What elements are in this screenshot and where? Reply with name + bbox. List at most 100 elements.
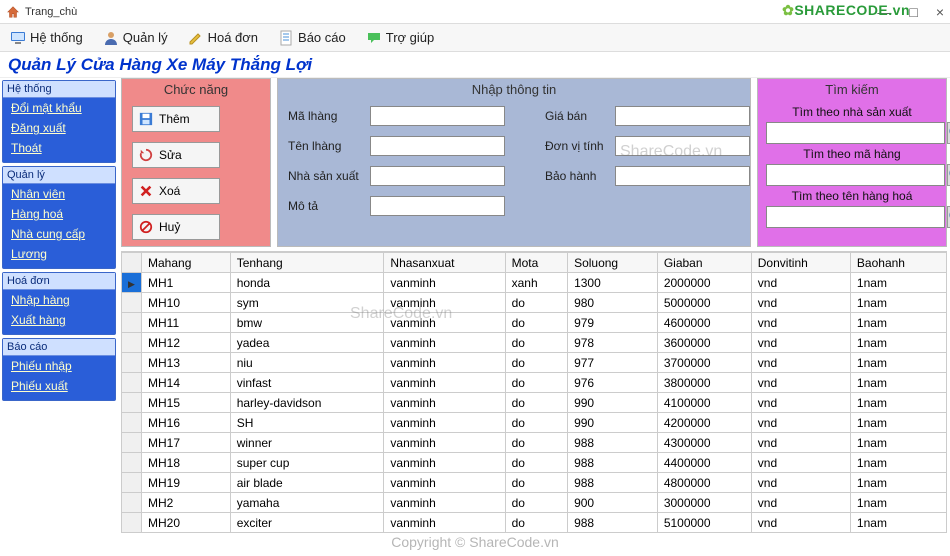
cell[interactable]: 1nam	[850, 453, 946, 473]
side-link[interactable]: Đổi mật khẩu	[3, 98, 115, 118]
cell[interactable]: 4800000	[657, 473, 751, 493]
cell[interactable]: vanminh	[384, 353, 505, 373]
col-header[interactable]: Tenhang	[230, 253, 384, 273]
cell[interactable]: MH18	[142, 453, 231, 473]
text-input[interactable]	[615, 166, 750, 186]
cell[interactable]: vanminh	[384, 313, 505, 333]
cell[interactable]: 1nam	[850, 373, 946, 393]
cell[interactable]: 4100000	[657, 393, 751, 413]
cell[interactable]: vanminh	[384, 273, 505, 293]
cell[interactable]: 1nam	[850, 413, 946, 433]
cell[interactable]: vnd	[751, 293, 850, 313]
cell[interactable]: vanminh	[384, 413, 505, 433]
search-input[interactable]	[766, 122, 945, 144]
table-row[interactable]: MH2yamahavanminhdo9003000000vnd1nam	[122, 493, 947, 513]
cell[interactable]: MH11	[142, 313, 231, 333]
text-input[interactable]	[615, 136, 750, 156]
cell[interactable]: MH16	[142, 413, 231, 433]
text-input[interactable]	[370, 196, 505, 216]
cell[interactable]: 988	[568, 433, 658, 453]
cell[interactable]: 1nam	[850, 493, 946, 513]
cell[interactable]: xanh	[505, 273, 567, 293]
col-header[interactable]: Nhasanxuat	[384, 253, 505, 273]
cell[interactable]: vanminh	[384, 513, 505, 533]
cell[interactable]: 988	[568, 453, 658, 473]
cell[interactable]: do	[505, 313, 567, 333]
menu-trợ-giúp[interactable]: Trợ giúp	[360, 30, 441, 46]
cell[interactable]: 5000000	[657, 293, 751, 313]
cell[interactable]: 4200000	[657, 413, 751, 433]
cell[interactable]: 978	[568, 333, 658, 353]
col-header[interactable]: Soluong	[568, 253, 658, 273]
cell[interactable]: MH15	[142, 393, 231, 413]
cell[interactable]: vnd	[751, 333, 850, 353]
side-link[interactable]: Nhập hàng	[3, 290, 115, 310]
cell[interactable]: 4300000	[657, 433, 751, 453]
cell[interactable]: 3700000	[657, 353, 751, 373]
cell[interactable]: 4600000	[657, 313, 751, 333]
cell[interactable]: vnd	[751, 313, 850, 333]
cell[interactable]: 988	[568, 473, 658, 493]
huỷ-button[interactable]: Huỷ	[132, 214, 220, 240]
cell[interactable]: winner	[230, 433, 384, 453]
cell[interactable]: do	[505, 453, 567, 473]
text-input[interactable]	[370, 106, 505, 126]
table-row[interactable]: MH10symvanminhdo9805000000vnd1nam	[122, 293, 947, 313]
cell[interactable]: 990	[568, 393, 658, 413]
cell[interactable]: vnd	[751, 453, 850, 473]
cell[interactable]: 1nam	[850, 333, 946, 353]
cell[interactable]: do	[505, 493, 567, 513]
cell[interactable]: 990	[568, 413, 658, 433]
cell[interactable]: air blade	[230, 473, 384, 493]
cell[interactable]: vnd	[751, 513, 850, 533]
xoá-button[interactable]: Xoá	[132, 178, 220, 204]
cell[interactable]: yamaha	[230, 493, 384, 513]
cell[interactable]: 1nam	[850, 433, 946, 453]
cell[interactable]: 1300	[568, 273, 658, 293]
cell[interactable]: honda	[230, 273, 384, 293]
cell[interactable]: vanminh	[384, 293, 505, 313]
cell[interactable]: do	[505, 413, 567, 433]
cell[interactable]: do	[505, 333, 567, 353]
search-input[interactable]	[766, 206, 945, 228]
cell[interactable]: 1nam	[850, 513, 946, 533]
cell[interactable]: do	[505, 473, 567, 493]
cell[interactable]: 1nam	[850, 473, 946, 493]
cell[interactable]: MH2	[142, 493, 231, 513]
cell[interactable]: do	[505, 293, 567, 313]
search-input[interactable]	[766, 164, 945, 186]
text-input[interactable]	[615, 106, 750, 126]
cell[interactable]: MH13	[142, 353, 231, 373]
cell[interactable]: 3800000	[657, 373, 751, 393]
table-row[interactable]: MH20excitervanminhdo9885100000vnd1nam	[122, 513, 947, 533]
cell[interactable]: exciter	[230, 513, 384, 533]
cell[interactable]: SH	[230, 413, 384, 433]
cell[interactable]: 988	[568, 513, 658, 533]
cell[interactable]: vanminh	[384, 373, 505, 393]
cell[interactable]: bmw	[230, 313, 384, 333]
menu-quản-lý[interactable]: Quản lý	[97, 30, 174, 46]
cell[interactable]: vanminh	[384, 493, 505, 513]
col-header[interactable]: Donvitinh	[751, 253, 850, 273]
col-header[interactable]: Giaban	[657, 253, 751, 273]
cell[interactable]: MH20	[142, 513, 231, 533]
cell[interactable]: vnd	[751, 493, 850, 513]
cell[interactable]: yadea	[230, 333, 384, 353]
cell[interactable]: 1nam	[850, 393, 946, 413]
maximize-button[interactable]: □	[909, 4, 917, 20]
col-header[interactable]: Baohanh	[850, 253, 946, 273]
cell[interactable]: harley-davidson	[230, 393, 384, 413]
cell[interactable]: MH10	[142, 293, 231, 313]
cell[interactable]: vinfast	[230, 373, 384, 393]
table-row[interactable]: MH15harley-davidsonvanminhdo9904100000vn…	[122, 393, 947, 413]
text-input[interactable]	[370, 166, 505, 186]
table-row[interactable]: MH11bmwvanminhdo9794600000vnd1nam	[122, 313, 947, 333]
cell[interactable]: MH1	[142, 273, 231, 293]
table-row[interactable]: MH1hondavanminhxanh13002000000vnd1nam	[122, 273, 947, 293]
sửa-button[interactable]: Sửa	[132, 142, 220, 168]
table-row[interactable]: MH13niuvanminhdo9773700000vnd1nam	[122, 353, 947, 373]
cell[interactable]: 979	[568, 313, 658, 333]
cell[interactable]: do	[505, 373, 567, 393]
side-link[interactable]: Phiếu nhập	[3, 356, 115, 376]
menu-báo-cáo[interactable]: Báo cáo	[272, 30, 352, 46]
